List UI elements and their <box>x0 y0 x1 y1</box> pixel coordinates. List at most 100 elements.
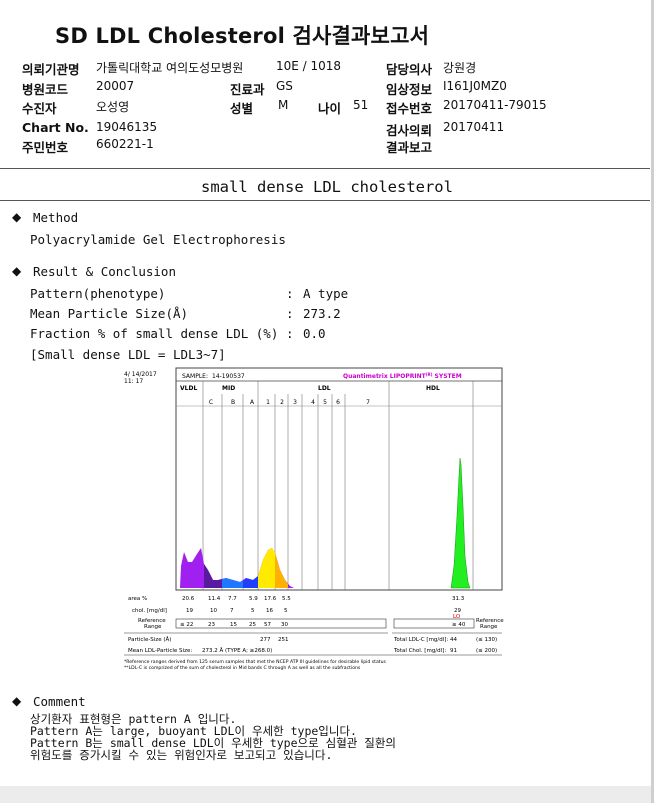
chol-value: 7 <box>230 608 234 614</box>
report-title: SD LDL Cholesterol 검사결과보고서 <box>55 24 430 48</box>
area-value: 7.7 <box>228 596 237 602</box>
area-value: 17.6 <box>264 596 277 602</box>
chart-label: Chart No. <box>22 120 89 135</box>
sample-label: SAMPLE: <box>182 373 208 380</box>
ref-value: 23 <box>208 622 215 628</box>
area-label: area % <box>128 596 147 602</box>
lipoprint-date: 4/ 14/2017 <box>124 371 157 378</box>
hospital-code-label: 병원코드 <box>22 82 69 97</box>
particle-label: Particle-Size (Å) <box>128 636 171 643</box>
ref-value: 25 <box>249 622 256 628</box>
total-ldl-ref: (≤ 130) <box>476 637 497 643</box>
diamond-bullet-icon: ◆ <box>12 210 22 224</box>
band-label: 2 <box>280 399 284 406</box>
clinical-info-value: I161J0MZ0 <box>443 79 507 93</box>
band-label: B <box>231 399 235 406</box>
section-divider <box>0 200 650 201</box>
chol-value: 5 <box>251 608 255 614</box>
result-heading: Result & Conclusion <box>33 264 176 279</box>
patient-label: 수진자 <box>22 101 57 116</box>
group-vldl: VLDL <box>180 385 197 392</box>
footnote: *Reference ranges derived from 125 serum… <box>124 659 386 665</box>
patient-value: 오성영 <box>96 100 130 114</box>
total-chol-ref: (≤ 200) <box>476 648 497 654</box>
area-value: 20.6 <box>182 596 195 602</box>
result-separator: : <box>286 286 294 301</box>
band-label: 1 <box>266 399 270 406</box>
band-label: 3 <box>293 399 297 406</box>
age-value: 51 <box>353 98 369 112</box>
clinical-info-label: 임상정보 <box>386 82 433 97</box>
diamond-bullet-icon: ◆ <box>12 694 22 708</box>
header-divider <box>0 168 650 169</box>
group-mid: MID <box>222 385 235 392</box>
sex-label: 성별 <box>230 101 254 116</box>
result-report-label: 결과보고 <box>386 140 433 155</box>
id-value: 660221-1 <box>96 137 154 151</box>
sex-value: M <box>278 98 289 112</box>
chol-value: 16 <box>266 608 273 614</box>
particle-value: 277 <box>260 637 271 643</box>
diamond-bullet-icon: ◆ <box>12 264 22 278</box>
result-separator: : <box>286 326 294 341</box>
institution-value: 가톨릭대학교 여의도성모병원 <box>96 61 244 75</box>
group-ldl: LDL <box>318 385 331 392</box>
ref-value: ≤ 22 <box>180 622 193 628</box>
result-value: 273.2 <box>303 306 341 321</box>
method-text: Polyacrylamide Gel Electrophoresis <box>30 232 286 247</box>
hospital-code-value: 20007 <box>96 79 135 93</box>
department-label: 진료과 <box>230 82 265 97</box>
result-value: 0.0 <box>303 326 326 341</box>
sample-value: 14-190537 <box>212 373 245 380</box>
institution-label: 의뢰기관명 <box>22 62 80 77</box>
ref-value: 57 <box>264 622 271 628</box>
section-title: small dense LDL cholesterol <box>201 178 453 196</box>
brand-name: Quantimetrix LIPOPRINT(R) SYSTEM <box>343 372 462 380</box>
lipoprint-time: 11: 17 <box>124 378 143 385</box>
band-label: C <box>209 399 213 406</box>
result-label: Pattern(phenotype) <box>30 286 166 301</box>
ref-label: Range <box>144 624 162 630</box>
comment-heading: Comment <box>33 694 86 709</box>
chol-value: 5 <box>284 608 288 614</box>
total-ldl-value: 44 <box>450 637 457 643</box>
department-value: GS <box>276 79 293 93</box>
chol-value: 10 <box>210 608 217 614</box>
mean-label: Mean LDL-Particle Size: <box>128 648 192 654</box>
result-value: A type <box>303 286 349 301</box>
ref-label-right: Range <box>480 624 498 630</box>
band-label: 5 <box>323 399 327 406</box>
receipt-value: 20170411-79015 <box>443 98 547 112</box>
area-value: 31.3 <box>452 596 465 602</box>
ref-hdl: ≥ 40 <box>452 622 466 628</box>
ldl-note: [Small dense LDL = LDL3~7] <box>30 347 226 362</box>
result-label: Mean Particle Size(Å) <box>30 306 189 321</box>
doctor-value: 강원경 <box>443 61 477 75</box>
area-value: 11.4 <box>208 596 221 602</box>
receipt-label: 접수번호 <box>386 101 433 116</box>
result-label: Fraction % of small dense LDL (%) <box>30 326 279 341</box>
age-label: 나이 <box>318 101 342 116</box>
doctor-label: 담당의사 <box>386 62 433 77</box>
chart-value: 19046135 <box>96 120 158 134</box>
group-hdl: HDL <box>426 385 440 392</box>
area-value: 5.9 <box>249 596 258 602</box>
method-heading: Method <box>33 210 79 225</box>
band-label: 4 <box>311 399 315 406</box>
ref-value: 30 <box>281 622 288 628</box>
total-chol-label: Total Chol. [mg/dl]: <box>393 648 446 654</box>
lipoprint-report: 4/ 14/2017 11: 17 SAMPLE: 14-190537 Quan… <box>118 366 508 674</box>
footnote: **LDL-C is comprized of the sum of chole… <box>124 665 361 671</box>
chol-value: 19 <box>186 608 193 614</box>
band-label: 7 <box>366 399 370 406</box>
id-label: 주민번호 <box>22 140 69 155</box>
total-ldl-label: Total LDL-C [mg/dl]: <box>393 637 448 643</box>
particle-value: 251 <box>278 637 289 643</box>
chol-label: chol. [mg/dl] <box>132 608 167 614</box>
mean-value: 273.2 Å (TYPE A; ≥268.0) <box>202 647 272 654</box>
comment-line: 위험도를 증가시킬 수 있는 위험인자로 보고되고 있습니다. <box>30 748 333 762</box>
page-bottom-strip <box>0 786 654 803</box>
area-value: 5.5 <box>282 596 291 602</box>
result-separator: : <box>286 306 294 321</box>
ward-value: 10E / 1018 <box>276 59 342 73</box>
